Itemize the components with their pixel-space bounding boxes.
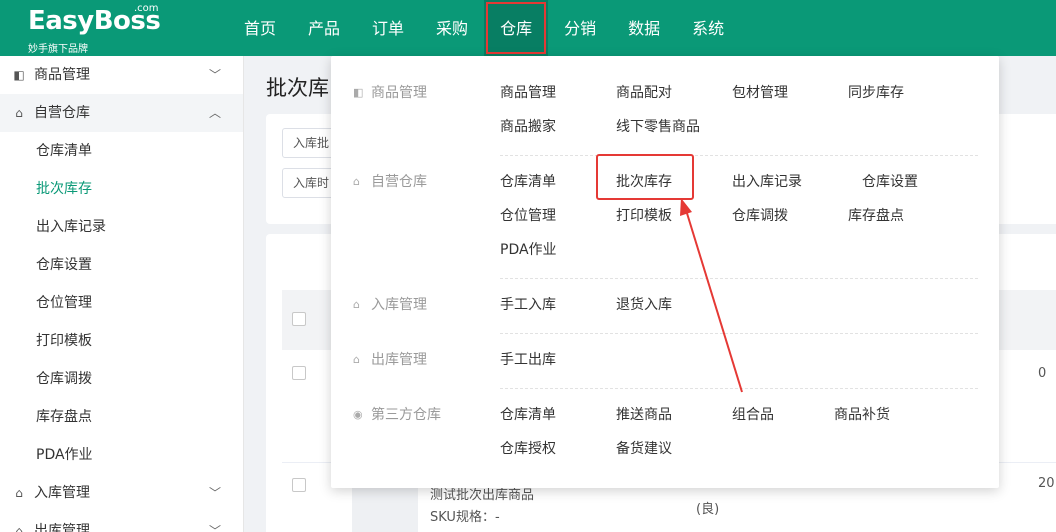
menu-item-manual-outbound[interactable]: 手工出库 — [500, 349, 556, 369]
menu-section-title: ⌂ 入库管理 — [353, 294, 427, 314]
sidebar-item-stocktaking[interactable]: 库存盘点 — [0, 398, 243, 436]
menu-section-label: 第三方仓库 — [371, 407, 441, 423]
warehouse-icon: ⌂ — [15, 106, 23, 120]
menu-item-in-out-records[interactable]: 出入库记录 — [732, 171, 802, 191]
brand-logo[interactable]: EasyBoss .com 妙手旗下品牌 — [28, 3, 168, 55]
menu-item-product-replenishment[interactable]: 商品补货 — [834, 404, 890, 424]
menu-item-offline-retail[interactable]: 线下零售商品 — [616, 116, 700, 136]
sidebar-item-in-out-records[interactable]: 出入库记录 — [0, 208, 243, 246]
nav-products[interactable]: 产品 — [292, 0, 356, 56]
sidebar-group-label: 自营仓库 — [34, 105, 90, 121]
sidebar: ◧ 商品管理 ﹀ ⌂ 自营仓库 ︿ 仓库清单 批次库存 出入库记录 仓库设置 仓… — [0, 56, 244, 532]
nav-orders[interactable]: 订单 — [356, 0, 420, 56]
menu-item-stocking-suggestion[interactable]: 备货建议 — [616, 438, 672, 458]
menu-item-product-migration[interactable]: 商品搬家 — [500, 116, 556, 136]
page-title: 批次库 — [266, 76, 329, 100]
sidebar-group-label: 商品管理 — [34, 67, 90, 83]
nav-purchase[interactable]: 采购 — [420, 0, 484, 56]
menu-item-location-management[interactable]: 仓位管理 — [500, 205, 556, 225]
menu-section-title: ◉ 第三方仓库 — [353, 404, 441, 424]
menu-item-product-management[interactable]: 商品管理 — [500, 82, 556, 102]
sidebar-item-print-template[interactable]: 打印模板 — [0, 322, 243, 360]
menu-item-print-template[interactable]: 打印模板 — [616, 205, 672, 225]
chevron-down-icon: ﹀ — [208, 524, 221, 532]
menu-section-label: 入库管理 — [371, 297, 427, 313]
menu-item-stocktaking[interactable]: 库存盘点 — [848, 205, 904, 225]
warehouse-icon: ⌂ — [353, 175, 360, 188]
menu-item-manual-inbound[interactable]: 手工入库 — [500, 294, 556, 314]
row-checkbox[interactable] — [292, 478, 306, 492]
sidebar-item-warehouse-transfer[interactable]: 仓库调拨 — [0, 360, 243, 398]
menu-item-warehouse-settings[interactable]: 仓库设置 — [862, 171, 918, 191]
menu-item-3pl-warehouse-list[interactable]: 仓库清单 — [500, 404, 556, 424]
menu-item-pda[interactable]: PDA作业 — [500, 239, 557, 259]
menu-divider — [500, 388, 978, 389]
menu-item-warehouse-transfer[interactable]: 仓库调拨 — [732, 205, 788, 225]
nav-home[interactable]: 首页 — [228, 0, 292, 56]
menu-divider — [500, 333, 978, 334]
menu-item-push-products[interactable]: 推送商品 — [616, 404, 672, 424]
menu-item-return-inbound[interactable]: 退货入库 — [616, 294, 672, 314]
annotation-highlight-box — [596, 154, 694, 200]
outbound-icon: ⌂ — [353, 353, 360, 366]
menu-section-title: ⌂ 出库管理 — [353, 349, 427, 369]
brand-com: .com — [134, 3, 159, 14]
row2-sku-spec: SKU规格：- — [430, 510, 500, 525]
sidebar-group-own-warehouse[interactable]: ⌂ 自营仓库 ︿ — [0, 94, 243, 132]
sidebar-item-warehouse-list[interactable]: 仓库清单 — [0, 132, 243, 170]
menu-item-bundle-products[interactable]: 组合品 — [732, 404, 774, 424]
top-navbar: EasyBoss .com 妙手旗下品牌 首页 产品 订单 采购 仓库 分销 数… — [0, 0, 1056, 56]
menu-item-warehouse-list[interactable]: 仓库清单 — [500, 171, 556, 191]
main-nav: 首页 产品 订单 采购 仓库 分销 数据 系统 — [228, 0, 740, 56]
sidebar-item-pda[interactable]: PDA作业 — [0, 436, 243, 474]
nav-warehouse[interactable]: 仓库 — [484, 0, 549, 56]
menu-section-label: 商品管理 — [371, 85, 427, 101]
tag-icon: ◧ — [353, 86, 364, 99]
menu-item-packaging-management[interactable]: 包材管理 — [732, 82, 788, 102]
sidebar-group-inbound[interactable]: ⌂ 入库管理 ﹀ — [0, 474, 243, 512]
warehouse-mega-menu: ◧ 商品管理 商品管理 商品配对 包材管理 同步库存 商品搬家 线下零售商品 ⌂… — [331, 56, 999, 488]
menu-divider — [500, 155, 978, 156]
row-checkbox[interactable] — [292, 366, 306, 380]
select-all-checkbox[interactable] — [292, 312, 306, 326]
menu-section-title: ⌂ 自营仓库 — [353, 171, 427, 191]
nav-data[interactable]: 数据 — [612, 0, 676, 56]
nav-system[interactable]: 系统 — [676, 0, 740, 56]
row1-available-qty: 0 — [1038, 366, 1047, 381]
sidebar-group-label: 出库管理 — [34, 523, 90, 532]
chevron-down-icon: ﹀ — [208, 486, 221, 500]
menu-section-label: 出库管理 — [371, 352, 427, 368]
inbound-icon: ⌂ — [15, 486, 23, 500]
third-party-icon: ◉ — [353, 408, 363, 421]
inbound-icon: ⌂ — [353, 298, 360, 311]
menu-section-label: 自营仓库 — [371, 174, 427, 190]
sidebar-group-product-management[interactable]: ◧ 商品管理 ﹀ — [0, 56, 243, 94]
menu-item-sync-stock[interactable]: 同步库存 — [848, 82, 904, 102]
row2-condition: (良) — [696, 502, 720, 517]
outbound-icon: ⌂ — [15, 524, 23, 532]
sidebar-group-label: 入库管理 — [34, 485, 90, 501]
menu-section-title: ◧ 商品管理 — [353, 82, 427, 102]
sidebar-item-batch-stock[interactable]: 批次库存 — [0, 170, 243, 208]
sidebar-item-warehouse-settings[interactable]: 仓库设置 — [0, 246, 243, 284]
sidebar-item-location-management[interactable]: 仓位管理 — [0, 284, 243, 322]
menu-divider — [500, 278, 978, 279]
brand-slogan: 妙手旗下品牌 — [28, 44, 88, 55]
nav-distribution[interactable]: 分销 — [548, 0, 612, 56]
row2-available-qty: 20 — [1038, 476, 1055, 491]
chevron-up-icon: ︿ — [208, 106, 221, 120]
menu-item-product-pairing[interactable]: 商品配对 — [616, 82, 672, 102]
menu-item-warehouse-authorization[interactable]: 仓库授权 — [500, 438, 556, 458]
sidebar-group-outbound[interactable]: ⌂ 出库管理 ﹀ — [0, 512, 243, 532]
tag-icon: ◧ — [13, 68, 25, 82]
chevron-down-icon: ﹀ — [208, 68, 221, 82]
